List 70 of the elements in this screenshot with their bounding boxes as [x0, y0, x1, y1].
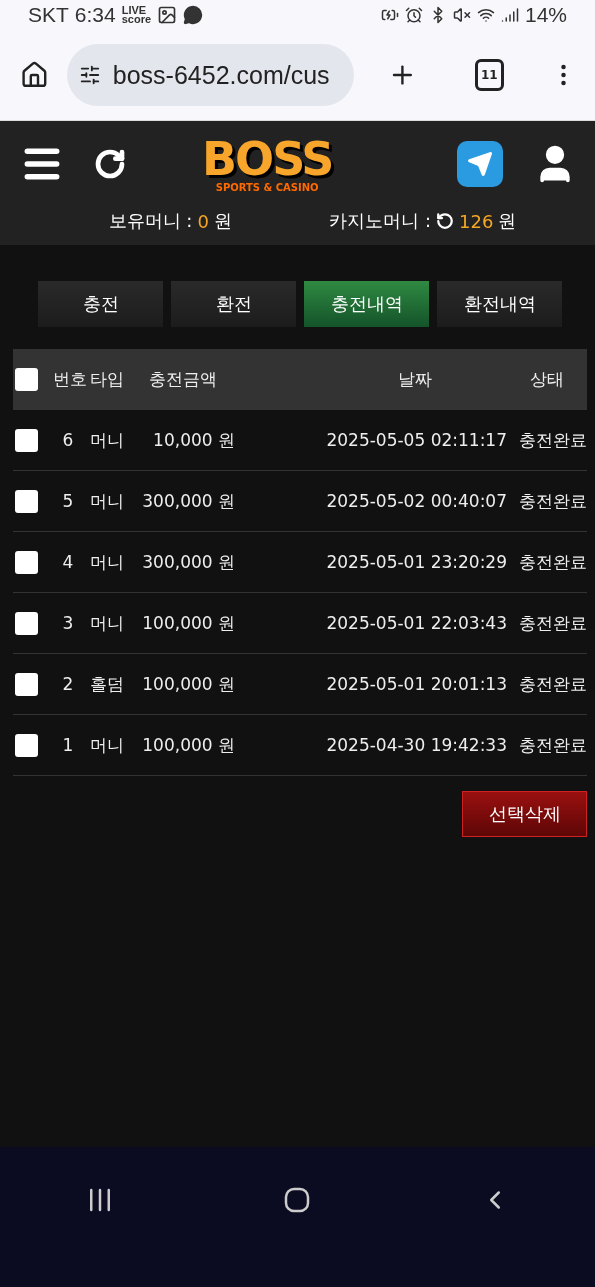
clock: 6:34	[74, 3, 116, 27]
column-header: 상태	[529, 367, 565, 391]
checkbox[interactable]	[15, 733, 38, 757]
refresh-icon[interactable]	[94, 148, 126, 181]
chat-icon	[183, 5, 204, 25]
column-header: 타입	[89, 367, 125, 391]
table-cell-text: 충전완료	[518, 733, 587, 757]
table-cell-text: 충전완료	[518, 672, 587, 696]
table-cell-text: 3	[61, 613, 75, 633]
table-cell-text: 2025-05-01 22:03:43	[325, 613, 507, 633]
table-cell-text: 100,000 원	[141, 733, 235, 757]
table-cell-text: 4	[61, 552, 75, 572]
alarm-icon	[404, 6, 423, 24]
paper-plane-icon[interactable]	[457, 141, 503, 188]
table-cell-text: 머니	[89, 611, 125, 635]
table-cell-text: 100,000 원	[141, 611, 235, 635]
table-cell-text: 2025-05-02 00:40:07	[325, 491, 507, 511]
tab[interactable]: 환전	[171, 281, 296, 327]
balance-label: 보유머니 :	[108, 209, 193, 234]
balance-value: 0	[197, 210, 209, 232]
table-cell-text: 6	[61, 430, 75, 450]
table-cell-text: 머니	[89, 733, 125, 757]
tab[interactable]: 충전	[38, 281, 163, 327]
table-cell-text: 머니	[89, 550, 125, 574]
table-cell-text: 2025-05-01 23:20:29	[325, 552, 507, 572]
carrier: SKT	[28, 3, 69, 27]
column-header: 날짜	[396, 367, 433, 391]
column-header: 충전금액	[148, 367, 218, 391]
table-cell-text: 10,000 원	[152, 428, 235, 452]
tab[interactable]: 충전내역	[304, 281, 429, 327]
address-bar[interactable]: boss-6452.com/cus	[66, 44, 354, 106]
table-cell-text: 2025-05-01 20:01:13	[325, 674, 507, 694]
table-cell-text: 홀덤	[89, 672, 125, 696]
battery-level: 14%	[524, 3, 567, 27]
delete-selected-button[interactable]: 선택삭제	[462, 791, 587, 837]
live-score-icon: LIVE score	[121, 6, 152, 24]
table-cell-text: 1	[61, 735, 75, 755]
table-cell-text: 머니	[89, 428, 125, 452]
refresh-icon[interactable]	[436, 212, 454, 231]
home-button-icon[interactable]	[284, 1186, 311, 1213]
table-cell-text: 충전완료	[518, 428, 587, 452]
checkbox[interactable]	[15, 672, 38, 696]
wifi-icon	[476, 6, 495, 24]
table-cell-text: 100,000 원	[141, 672, 235, 696]
table-cell-text: 충전완료	[518, 611, 587, 635]
table-cell-text: 충전완료	[518, 550, 587, 574]
table-cell-text: 2	[61, 674, 75, 694]
mute-icon	[452, 6, 471, 24]
table-cell-text: 충전완료	[518, 489, 587, 513]
table-cell-text: 2025-04-30 19:42:33	[325, 735, 507, 755]
table-cell-text: 2025-05-05 02:11:17	[325, 430, 507, 450]
tab-count[interactable]: 11	[474, 59, 504, 91]
tab[interactable]: 환전내역	[437, 281, 562, 327]
logo[interactable]: BOSS SPORTS & CASINO	[202, 135, 333, 193]
checkbox[interactable]	[15, 550, 38, 574]
table-cell-text: 300,000 원	[141, 550, 235, 574]
signal-icon	[500, 6, 519, 24]
site-settings-icon[interactable]	[78, 64, 101, 86]
table-cell-text: 300,000 원	[141, 489, 235, 513]
currency-unit: 원	[213, 209, 232, 234]
currency-unit: 원	[498, 209, 517, 234]
balance-value: 126	[459, 210, 494, 232]
checkbox[interactable]	[15, 367, 38, 391]
table-cell-text: 머니	[89, 489, 125, 513]
balance-label: 카지노머니 :	[329, 209, 431, 234]
checkbox[interactable]	[15, 428, 38, 452]
checkbox[interactable]	[15, 611, 38, 635]
table-cell-text: 5	[61, 491, 75, 511]
checkbox[interactable]	[15, 489, 38, 513]
image-icon	[157, 5, 178, 25]
